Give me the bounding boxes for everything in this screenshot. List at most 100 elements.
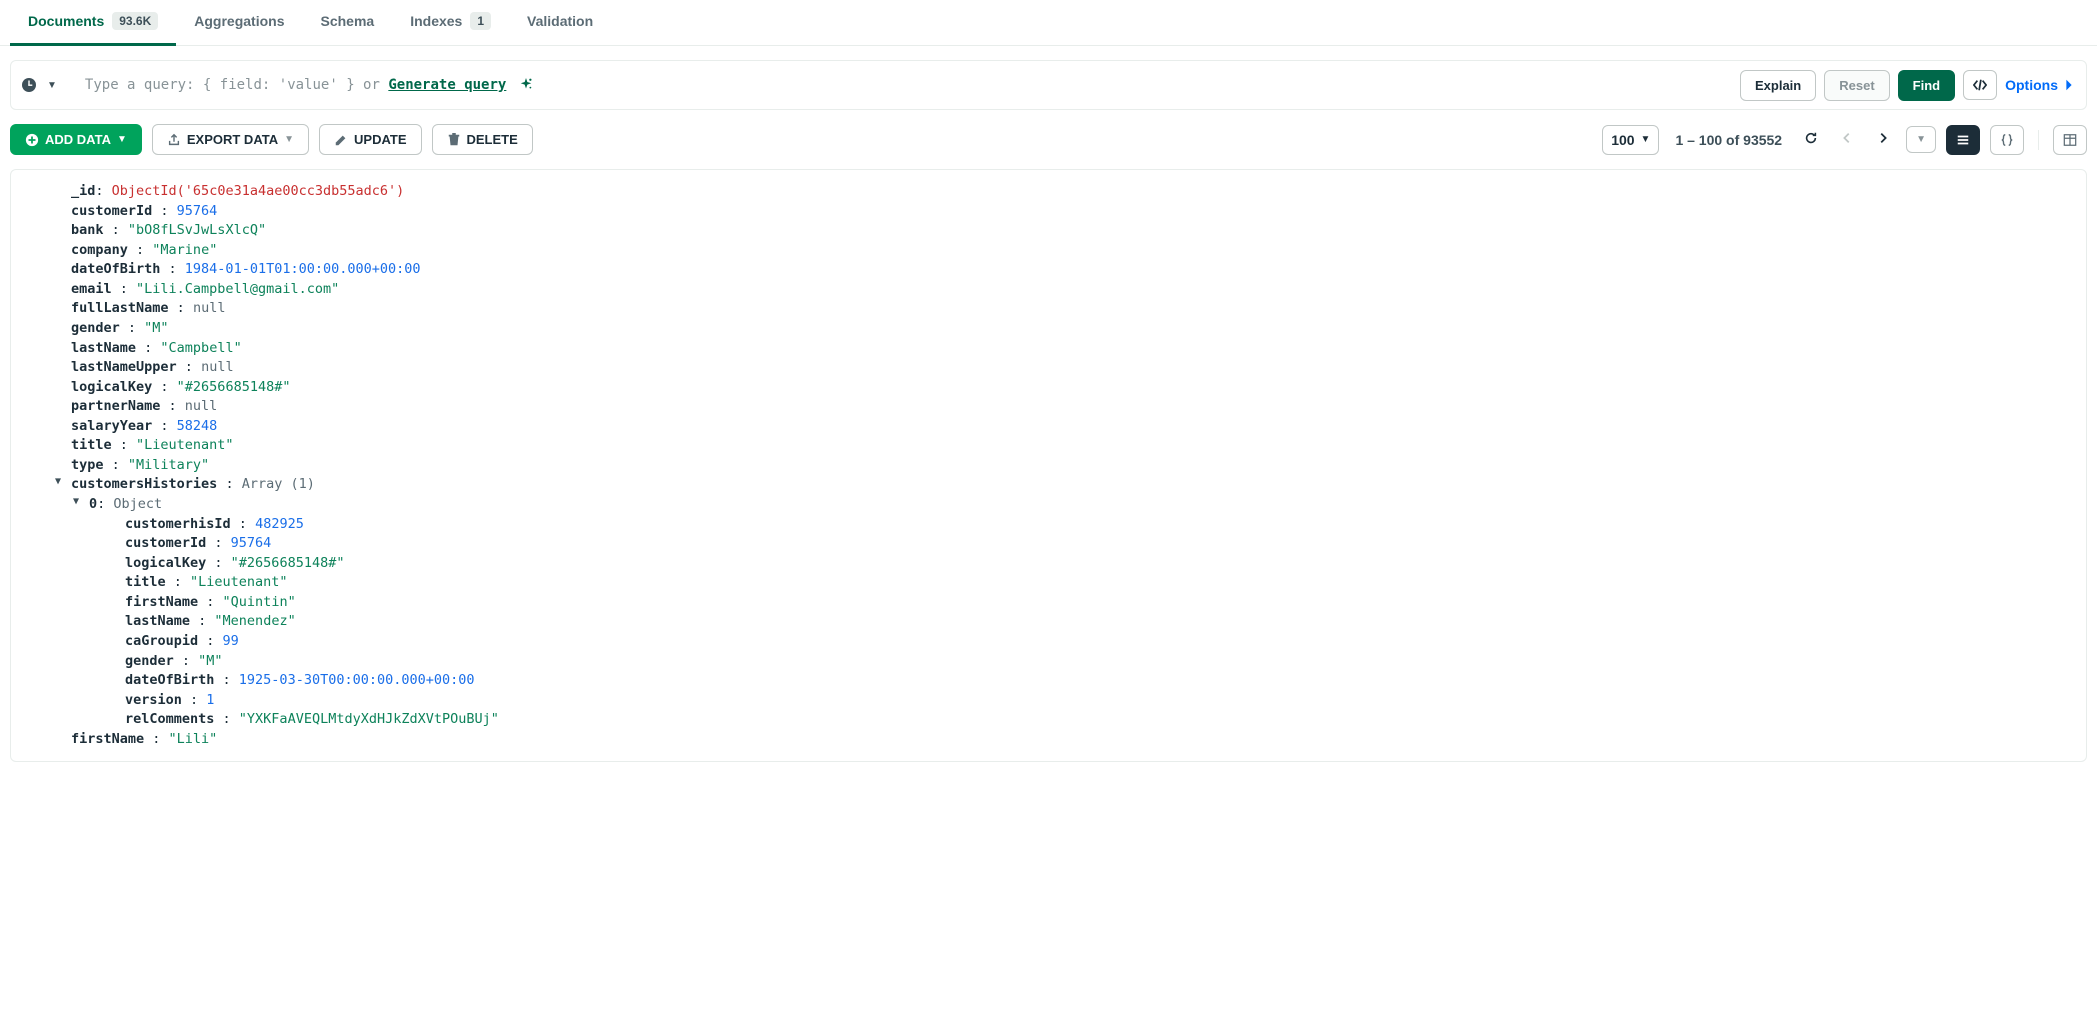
table-icon [2063, 133, 2077, 147]
caret-down-icon: ▼ [1641, 134, 1651, 145]
field-key: title [125, 574, 166, 590]
next-page-button[interactable] [1870, 127, 1896, 152]
options-toggle[interactable]: Options [2005, 77, 2076, 93]
tab-aggregations[interactable]: Aggregations [176, 0, 302, 46]
field-key: dateOfBirth [125, 672, 214, 688]
field-value: "M" [144, 320, 168, 336]
update-button[interactable]: UPDATE [319, 124, 421, 155]
history-caret-icon[interactable]: ▼ [47, 80, 57, 91]
field-value: "Lieutenant" [136, 437, 234, 453]
field-value: Object [113, 496, 162, 512]
history-icon[interactable] [21, 77, 37, 93]
tab-schema[interactable]: Schema [303, 0, 393, 46]
indexes-count-badge: 1 [470, 12, 491, 30]
field-value: null [185, 398, 218, 414]
field-value: 95764 [177, 203, 218, 219]
field-value: null [193, 300, 226, 316]
braces-icon [2000, 133, 2014, 147]
button-label: Find [1913, 78, 1940, 93]
field-key: salaryYear [71, 418, 152, 434]
chevron-right-icon [1876, 131, 1890, 145]
page-size-value: 100 [1611, 132, 1634, 148]
chevron-left-icon [1840, 131, 1854, 145]
field-key: customerId [125, 535, 206, 551]
page-size-select[interactable]: 100 ▼ [1602, 125, 1659, 155]
tab-validation[interactable]: Validation [509, 0, 611, 46]
field-value: "#2656685148#" [231, 555, 345, 571]
refresh-button[interactable] [1798, 127, 1824, 152]
field-key: firstName [71, 731, 144, 747]
prev-page-button[interactable] [1834, 127, 1860, 152]
field-key: customersHistories [71, 476, 217, 492]
field-value: 1984-01-01T01:00:00.000+00:00 [185, 261, 421, 277]
view-json-button[interactable] [1990, 125, 2024, 155]
export-icon [167, 133, 181, 147]
plus-circle-icon [25, 133, 39, 147]
code-toggle-button[interactable] [1963, 70, 1997, 100]
options-label: Options [2005, 77, 2058, 93]
field-value: 1925-03-30T00:00:00.000+00:00 [239, 672, 475, 688]
documents-count-badge: 93.6K [112, 12, 158, 30]
field-key: 0 [89, 496, 97, 512]
field-value: "Menendez" [214, 613, 295, 629]
field-key: version [125, 692, 182, 708]
field-key: lastName [71, 340, 136, 356]
field-value: "YXKFaAVEQLMtdyXdHJkZdXVtPOuBUj" [239, 711, 499, 727]
field-key: logicalKey [125, 555, 206, 571]
field-value: "M" [198, 653, 222, 669]
refresh-icon [1804, 131, 1818, 145]
field-key: title [71, 437, 112, 453]
find-button[interactable]: Find [1898, 70, 1955, 101]
field-value: "Lieutenant" [190, 574, 288, 590]
tab-label: Documents [28, 13, 104, 29]
delete-button[interactable]: DELETE [432, 124, 533, 155]
button-label: ADD DATA [45, 132, 111, 147]
field-key: dateOfBirth [71, 261, 160, 277]
sparkle-icon [519, 78, 533, 92]
view-list-button[interactable] [1946, 125, 1980, 155]
field-value: "Marine" [152, 242, 217, 258]
expand-caret-icon[interactable]: ▼ [73, 495, 79, 510]
button-label: Explain [1755, 78, 1801, 93]
field-value: 1 [206, 692, 214, 708]
expand-menu-button[interactable]: ▼ [1906, 126, 1936, 153]
toolbar-divider [2038, 130, 2039, 150]
field-key: caGroupid [125, 633, 198, 649]
field-key: _id [71, 183, 95, 199]
field-value: "Quintin" [223, 594, 296, 610]
caret-down-icon: ▼ [284, 134, 294, 145]
field-key: lastName [125, 613, 190, 629]
generate-query-link[interactable]: Generate query [388, 77, 506, 93]
tab-indexes[interactable]: Indexes 1 [392, 0, 509, 46]
query-input[interactable]: Type a query: { field: 'value' } or Gene… [85, 77, 1732, 93]
field-value: ObjectId('65c0e31a4ae00cc3db55adc6') [112, 183, 405, 199]
field-value: "Lili.Campbell@gmail.com" [136, 281, 339, 297]
view-table-button[interactable] [2053, 125, 2087, 155]
field-value: null [201, 359, 234, 375]
trash-icon [447, 133, 461, 147]
tab-label: Validation [527, 13, 593, 29]
field-value: Array (1) [242, 476, 315, 492]
field-value: "#2656685148#" [177, 379, 291, 395]
field-key: fullLastName [71, 300, 169, 316]
tab-documents[interactable]: Documents 93.6K [10, 0, 176, 46]
field-value: 99 [223, 633, 239, 649]
field-key: firstName [125, 594, 198, 610]
reset-button[interactable]: Reset [1824, 70, 1889, 101]
add-data-button[interactable]: ADD DATA ▼ [10, 124, 142, 155]
collection-tabs: Documents 93.6K Aggregations Schema Inde… [0, 0, 2097, 46]
field-value: "bO8fLSvJwLsXlcQ" [128, 222, 266, 238]
code-icon [1973, 78, 1987, 92]
page-range: 1 – 100 of 93552 [1675, 132, 1782, 148]
export-data-button[interactable]: EXPORT DATA ▼ [152, 124, 309, 155]
tab-label: Aggregations [194, 13, 284, 29]
caret-down-icon: ▼ [117, 134, 127, 145]
explain-button[interactable]: Explain [1740, 70, 1816, 101]
field-key: logicalKey [71, 379, 152, 395]
chevron-right-icon [2062, 78, 2076, 92]
expand-caret-icon[interactable]: ▼ [55, 475, 61, 490]
field-value: "Military" [128, 457, 209, 473]
field-key: lastNameUpper [71, 359, 177, 375]
field-key: customerId [71, 203, 152, 219]
document-viewer[interactable]: _id: ObjectId('65c0e31a4ae00cc3db55adc6'… [10, 169, 2087, 762]
